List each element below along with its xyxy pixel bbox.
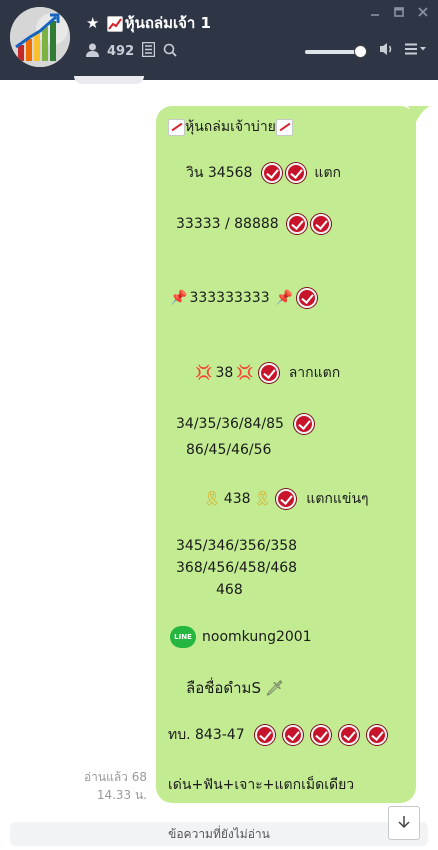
member-icon[interactable] (86, 43, 99, 61)
msg-line-set1: 34/35/36/84/85 (176, 414, 316, 434)
volume-fill (305, 50, 361, 54)
star-icon: ★ (86, 14, 100, 32)
chart-up-icon (275, 118, 293, 136)
check-icon (276, 489, 297, 509)
msg-line-win: วิน 34568 แตก (186, 162, 341, 184)
scroll-to-bottom-button[interactable] (388, 806, 420, 840)
msg-text: 368/456/458/468 (176, 560, 298, 576)
pushpin-icon: 📌 (275, 290, 294, 306)
ribbon-icon: 🎗 (203, 491, 221, 507)
search-icon[interactable] (163, 43, 177, 61)
msg-line-set3: 345/346/356/358 (176, 538, 297, 554)
check-icon (258, 363, 279, 383)
minimize-icon[interactable] (370, 6, 380, 20)
msg-text: ทบ. 843-47 (168, 727, 245, 743)
check-icon (297, 288, 318, 308)
anger-icon: 💢 (195, 365, 213, 381)
check-icon (286, 214, 307, 234)
msg-text: หุ้นถล่มเจ้าบ่าย (185, 119, 276, 135)
msg-text: 333333333 (189, 290, 270, 306)
msg-text: 86/45/46/56 (186, 442, 272, 458)
volume-slider[interactable] (305, 45, 367, 58)
check-icon (286, 163, 307, 183)
msg-line-footer: เด่น+ฟัน+เจาะ+แตกเม็ดเดียว (168, 774, 354, 796)
check-icon (310, 214, 331, 234)
dart-icon: 🗡 (264, 679, 285, 697)
check-icon (262, 163, 283, 183)
msg-line-signature: ลือชื่อดำมS 🗡 (186, 676, 284, 700)
unread-messages-bar[interactable]: ข้อความที่ยังไม่อ่าน (10, 822, 428, 846)
chat-title: ★ หุ้นถล่มเจ้า 1 (86, 11, 211, 35)
menu-icon[interactable] (405, 43, 427, 59)
member-info: 492 (86, 41, 177, 61)
check-icon (293, 414, 314, 434)
msg-text: 34/35/36/84/85 (176, 416, 284, 432)
ribbon-icon: 🎗 (253, 491, 272, 507)
pushpin-icon: 📌 (170, 290, 188, 306)
msg-text: วิน 34568 (186, 165, 253, 181)
msg-text: noomkung2001 (202, 629, 312, 645)
arrow-down-icon (397, 814, 411, 833)
message-time: 14.33 น. (96, 788, 147, 802)
msg-line-pinned: 📌 333333333 📌 (168, 288, 319, 308)
read-count: อ่านแล้ว 68 (83, 770, 147, 784)
msg-text: 345/346/356/358 (176, 538, 298, 554)
msg-line-set2: 86/45/46/56 (186, 442, 271, 458)
msg-line-38: 💢 38 💢 ลากแตก (192, 362, 340, 384)
msg-text: เด่น+ฟัน+เจาะ+แตกเม็ดเดียว (168, 777, 355, 793)
chat-title-text: หุ้นถล่มเจ้า 1 (124, 14, 211, 32)
check-icon (282, 725, 303, 745)
window-controls (370, 6, 428, 20)
group-avatar[interactable] (10, 7, 70, 67)
read-status: อ่านแล้ว 68 14.33 น. (60, 768, 147, 804)
anger-icon: 💢 (236, 365, 254, 381)
line-app-icon: LINE (170, 626, 196, 648)
msg-text: 438 (223, 491, 251, 507)
msg-line-tob: ทบ. 843-47 (168, 724, 389, 746)
msg-line-header: หุ้นถล่มเจ้าบ่าย (168, 116, 293, 138)
msg-text: แตก (314, 165, 342, 181)
previous-message-bubble (74, 76, 144, 84)
chart-up-icon (106, 16, 123, 32)
msg-line-set5: 468 (216, 582, 243, 598)
msg-line-line-id: LINE noomkung2001 (170, 626, 312, 648)
notes-icon[interactable] (141, 41, 156, 61)
close-icon[interactable] (418, 6, 428, 20)
maximize-icon[interactable] (394, 6, 404, 20)
check-icon (254, 725, 275, 745)
msg-line-pair: 33333 / 88888 (176, 214, 333, 234)
msg-line-438: 🎗 438 🎗 แตกแข่นๆ (200, 488, 369, 510)
chat-header: ★ หุ้นถล่มเจ้า 1 492 (0, 0, 438, 80)
msg-line-set4: 368/456/458/468 (176, 560, 297, 576)
check-icon (366, 725, 387, 745)
msg-text: แตกแข่นๆ (306, 491, 369, 507)
chart-up-icon (168, 118, 185, 136)
msg-text: ลือชื่อดำมS (186, 679, 261, 697)
msg-text: ลากแตก (288, 365, 341, 381)
msg-text: 468 (216, 582, 243, 598)
member-count[interactable]: 492 (107, 44, 134, 59)
message-bubble[interactable]: หุ้นถล่มเจ้าบ่าย วิน 34568 แตก 33333 / 8… (156, 106, 416, 803)
check-icon (310, 725, 331, 745)
speaker-icon[interactable] (379, 41, 395, 61)
msg-text: 33333 / 88888 (176, 216, 279, 232)
msg-text: 38 (215, 365, 234, 381)
volume-knob[interactable] (353, 45, 367, 58)
chat-area[interactable]: หุ้นถล่มเจ้าบ่าย วิน 34568 แตก 33333 / 8… (0, 76, 438, 850)
check-icon (338, 725, 359, 745)
